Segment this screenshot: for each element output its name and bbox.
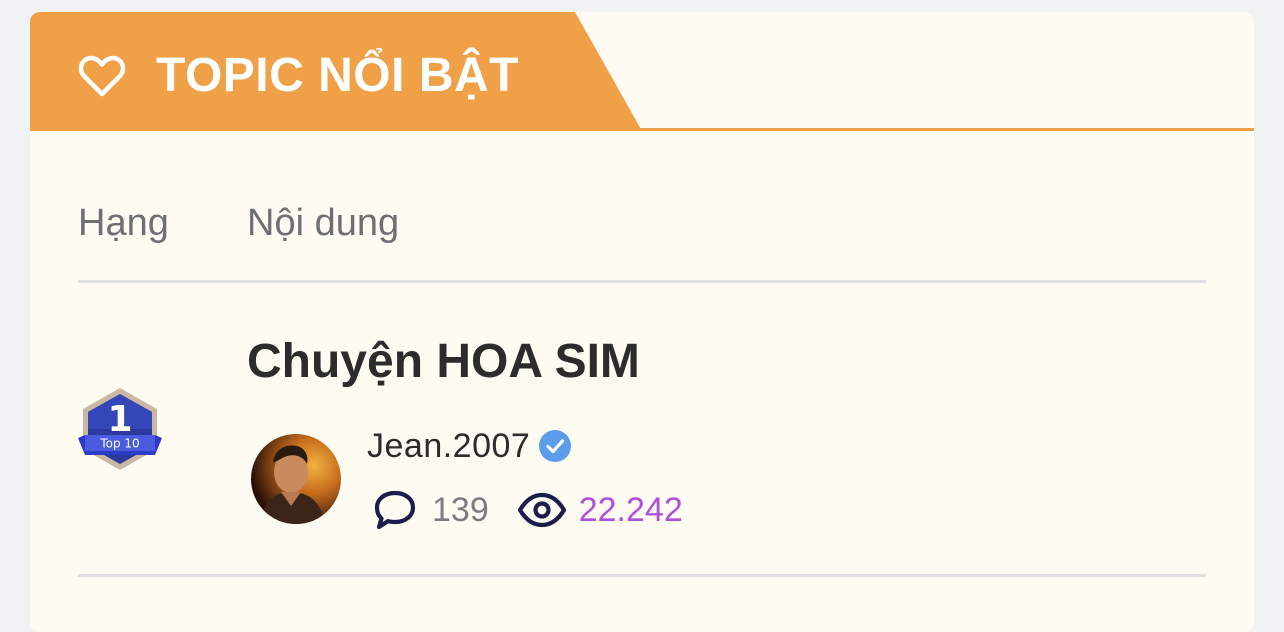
topic-title-link[interactable]: Chuyện HOA SIM: [247, 334, 640, 389]
topic-stats: 139 22.242: [372, 486, 683, 534]
eye-icon: [517, 492, 566, 528]
column-header-content: Nội dung: [247, 202, 400, 244]
view-count: 22.242: [578, 490, 683, 529]
section-title: TOPIC NỔI BẬT: [156, 49, 519, 102]
rank-number: 1: [107, 399, 132, 440]
featured-topics-card: TOPIC NỔI BẬT Hạng Nội dung 1 Top 10 Chu…: [30, 12, 1254, 632]
author-name[interactable]: Jean.2007: [367, 427, 530, 466]
author-row: Jean.2007: [367, 424, 572, 468]
author-avatar[interactable]: [251, 434, 341, 524]
divider: [78, 280, 1206, 283]
rank-badge: 1 Top 10: [78, 388, 162, 470]
comment-icon: [374, 490, 416, 530]
reply-count: 139: [432, 490, 489, 529]
heart-outline-icon: [78, 55, 126, 97]
column-header-rank: Hạng: [78, 202, 169, 244]
divider: [78, 574, 1206, 577]
section-banner: TOPIC NỔI BẬT: [30, 12, 642, 131]
rank-label: Top 10: [99, 437, 139, 451]
verified-badge-icon: [539, 430, 572, 462]
